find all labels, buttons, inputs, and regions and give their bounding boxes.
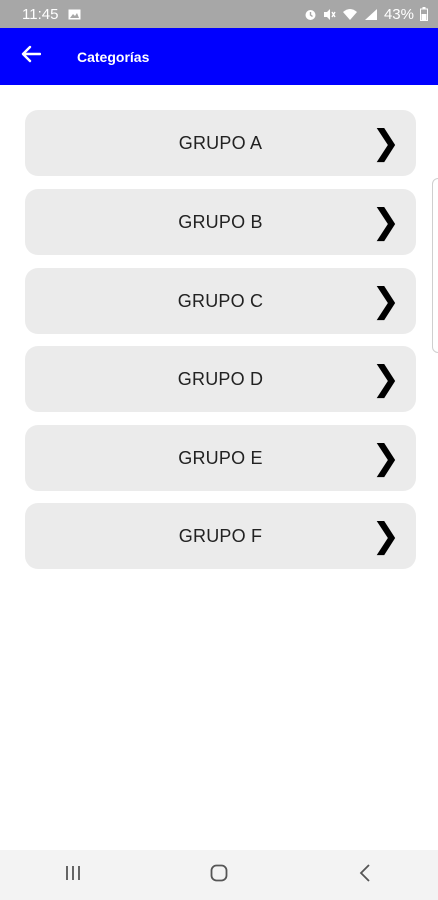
group-item-f[interactable]: GRUPO F ❯: [25, 503, 416, 569]
group-item-d[interactable]: GRUPO D ❯: [25, 346, 416, 412]
wifi-icon: [342, 8, 358, 21]
chevron-right-icon: ❯: [371, 281, 401, 321]
app-bar: Categorías: [0, 28, 438, 85]
arrow-left-icon: [21, 45, 42, 68]
group-item-a[interactable]: GRUPO A ❯: [25, 110, 416, 176]
mute-icon: [323, 8, 336, 21]
status-bar: 11:45 43%: [0, 0, 438, 28]
battery-percent: 43%: [383, 5, 414, 23]
group-label: GRUPO C: [177, 290, 264, 311]
system-nav-bar: [0, 850, 438, 900]
group-label: GRUPO F: [178, 525, 263, 546]
recent-apps-icon: [64, 865, 82, 886]
nav-back-button[interactable]: [325, 850, 405, 900]
home-icon: [210, 864, 228, 887]
chevron-right-icon: ❯: [371, 438, 401, 478]
battery-icon: [420, 7, 428, 21]
chevron-right-icon: ❯: [371, 123, 401, 163]
group-item-b[interactable]: GRUPO B ❯: [25, 189, 416, 255]
back-icon: [359, 863, 371, 887]
home-button[interactable]: [179, 850, 259, 900]
chevron-right-icon: ❯: [371, 516, 401, 556]
group-label: GRUPO D: [177, 368, 264, 389]
alarm-icon: [304, 8, 317, 21]
recent-apps-button[interactable]: [33, 850, 113, 900]
back-button[interactable]: [0, 28, 62, 85]
group-item-c[interactable]: GRUPO C ❯: [25, 268, 416, 334]
group-label: GRUPO A: [178, 132, 263, 153]
group-label: GRUPO B: [178, 211, 263, 232]
image-icon: [68, 9, 81, 20]
edge-panel-handle[interactable]: [432, 178, 438, 353]
group-label: GRUPO E: [178, 447, 263, 468]
signal-icon: [364, 8, 378, 21]
page-title: Categorías: [77, 48, 150, 65]
group-item-e[interactable]: GRUPO E ❯: [25, 425, 416, 491]
chevron-right-icon: ❯: [371, 359, 401, 399]
status-time: 11:45: [22, 5, 59, 23]
chevron-right-icon: ❯: [371, 202, 401, 242]
